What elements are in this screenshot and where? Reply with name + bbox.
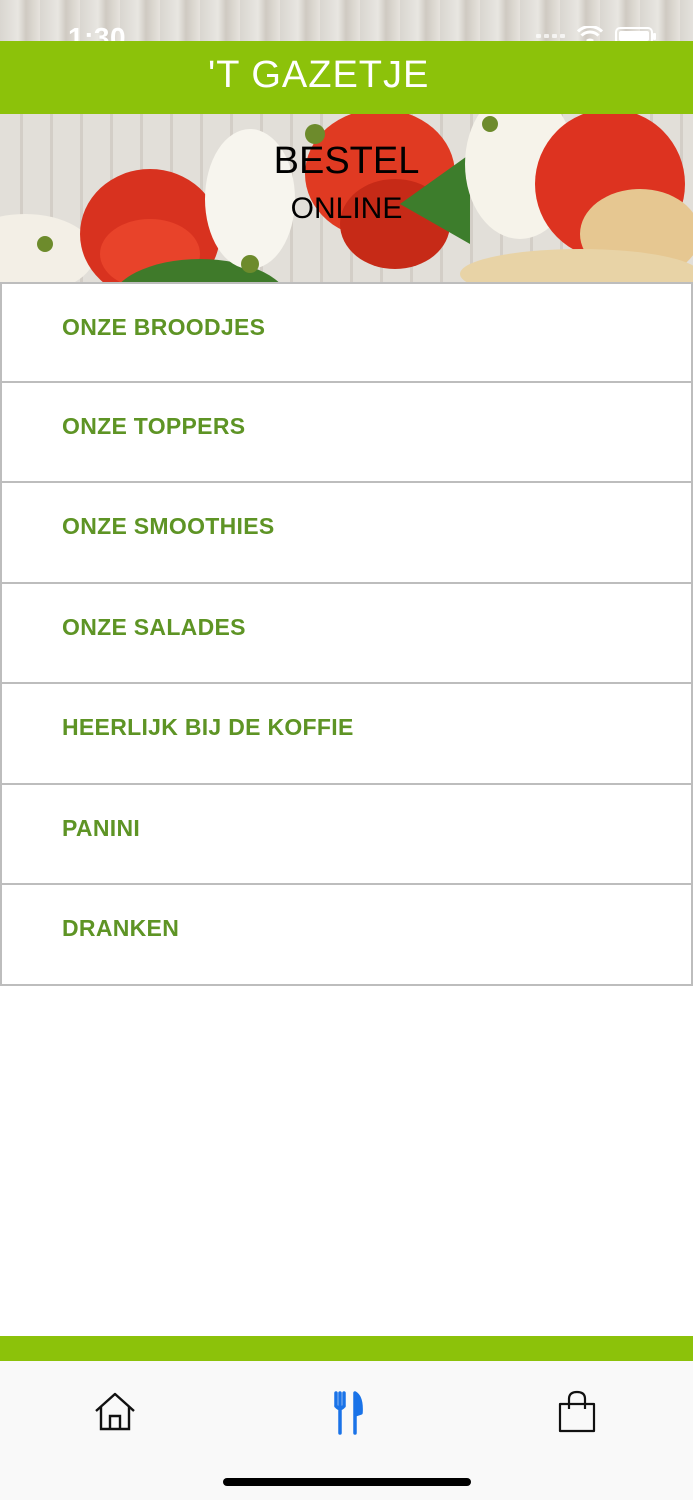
category-item-broodjes[interactable]: ONZE BROODJES bbox=[0, 282, 693, 383]
category-label: ONZE SMOOTHIES bbox=[62, 513, 275, 539]
tab-menu[interactable] bbox=[324, 1389, 370, 1435]
category-item-smoothies[interactable]: ONZE SMOOTHIES bbox=[0, 483, 693, 584]
shopping-bag-icon bbox=[558, 1390, 596, 1433]
signal-icon bbox=[536, 34, 565, 38]
banner-subtitle: ONLINE bbox=[290, 192, 403, 225]
tab-home[interactable] bbox=[92, 1389, 138, 1435]
category-item-dranken[interactable]: DRANKEN bbox=[0, 885, 693, 986]
category-label: ONZE BROODJES bbox=[62, 314, 266, 340]
hero-banner: BESTEL ONLINE bbox=[0, 114, 693, 282]
app-header: 'T GAZETJE bbox=[0, 41, 693, 114]
fork-knife-icon bbox=[334, 1391, 363, 1435]
category-item-toppers[interactable]: ONZE TOPPERS bbox=[0, 382, 693, 483]
footer-accent-bar bbox=[0, 1336, 693, 1361]
category-label: DRANKEN bbox=[62, 915, 180, 941]
category-label: ONZE TOPPERS bbox=[62, 412, 246, 439]
app-title: 'T GAZETJE bbox=[208, 54, 430, 96]
category-label: PANINI bbox=[62, 814, 141, 841]
home-indicator bbox=[223, 1478, 471, 1486]
banner-title: BESTEL bbox=[273, 140, 420, 182]
category-list: ONZE BROODJES ONZE TOPPERS ONZE SMOOTHIE… bbox=[0, 282, 693, 986]
category-item-salades[interactable]: ONZE SALADES bbox=[0, 583, 693, 684]
tab-cart[interactable] bbox=[554, 1389, 600, 1435]
category-item-koffie[interactable]: HEERLIJK BIJ DE KOFFIE bbox=[0, 684, 693, 785]
category-label: HEERLIJK BIJ DE KOFFIE bbox=[62, 714, 354, 740]
category-item-panini[interactable]: PANINI bbox=[0, 784, 693, 885]
home-icon bbox=[95, 1392, 135, 1431]
category-label: ONZE SALADES bbox=[62, 613, 246, 640]
